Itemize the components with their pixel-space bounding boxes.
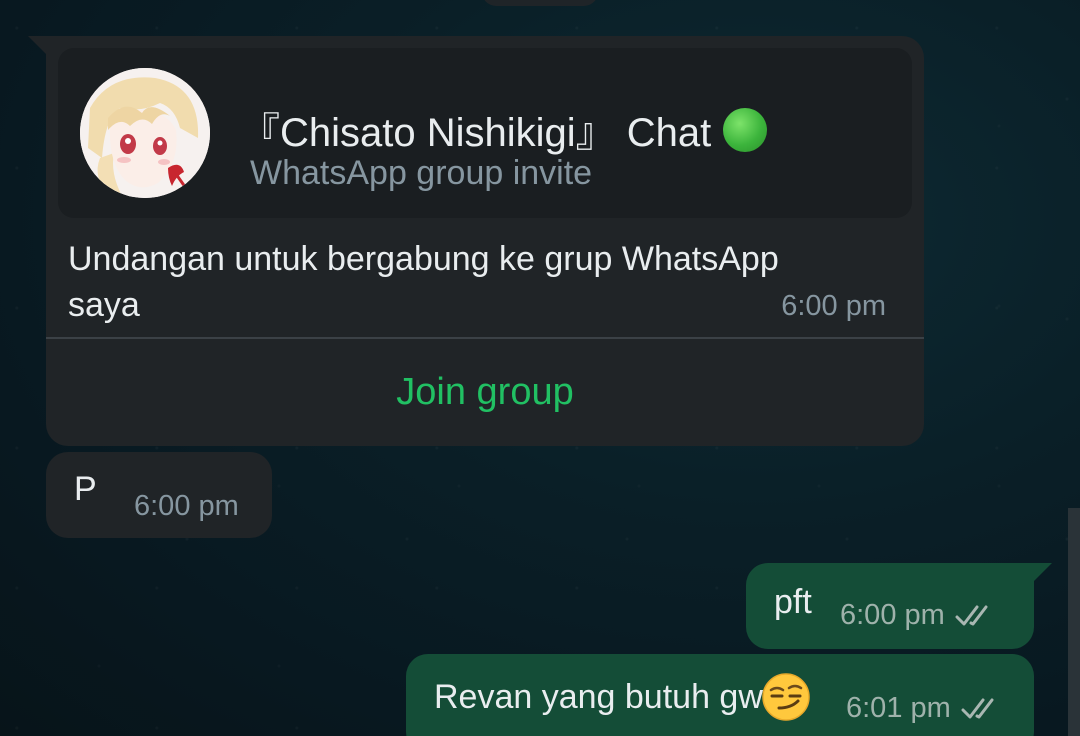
message-text: P	[74, 470, 97, 508]
previous-message-bubble	[482, 0, 598, 6]
outgoing-message: pft 6:00 pm	[746, 563, 1052, 649]
message-text-content: Revan yang butuh gw	[434, 677, 763, 716]
outgoing-message: Revan yang butuh gw 6:01 pm	[406, 654, 1034, 736]
read-ticks-icon	[955, 605, 988, 625]
smirking-face-emoji-icon	[762, 673, 810, 721]
message-meta: 6:00 pm	[840, 599, 999, 632]
group-name-text: 『Chisato Nishikigi』 Chat	[240, 111, 712, 155]
message-timestamp: 6:01 pm	[846, 692, 951, 724]
message-timestamp: 6:00 pm	[134, 490, 239, 522]
join-group-button[interactable]: Join group	[46, 339, 924, 446]
invite-message-text: Undangan untuk bergabung ke grup WhatsAp…	[68, 240, 779, 324]
scrollbar[interactable]	[1068, 508, 1080, 736]
read-ticks-icon	[961, 698, 994, 718]
anime-avatar-icon	[80, 68, 210, 198]
message-timestamp: 6:00 pm	[781, 290, 886, 322]
message-timestamp: 6:00 pm	[840, 599, 945, 631]
message-text: pft	[774, 583, 812, 621]
incoming-message: P 6:00 pm	[46, 452, 272, 538]
group-name: 『Chisato Nishikigi』 Chat	[240, 100, 768, 158]
group-avatar[interactable]	[80, 68, 210, 198]
message-meta: 6:01 pm	[846, 692, 1005, 725]
group-invite-card[interactable]: 『Chisato Nishikigi』 Chat WhatsApp group …	[58, 48, 912, 218]
message-text: Revan yang butuh gw	[434, 672, 811, 722]
invite-subtitle: WhatsApp group invite	[250, 154, 593, 192]
group-invite-message: 『Chisato Nishikigi』 Chat WhatsApp group …	[28, 36, 924, 446]
green-circle-icon	[723, 108, 768, 152]
